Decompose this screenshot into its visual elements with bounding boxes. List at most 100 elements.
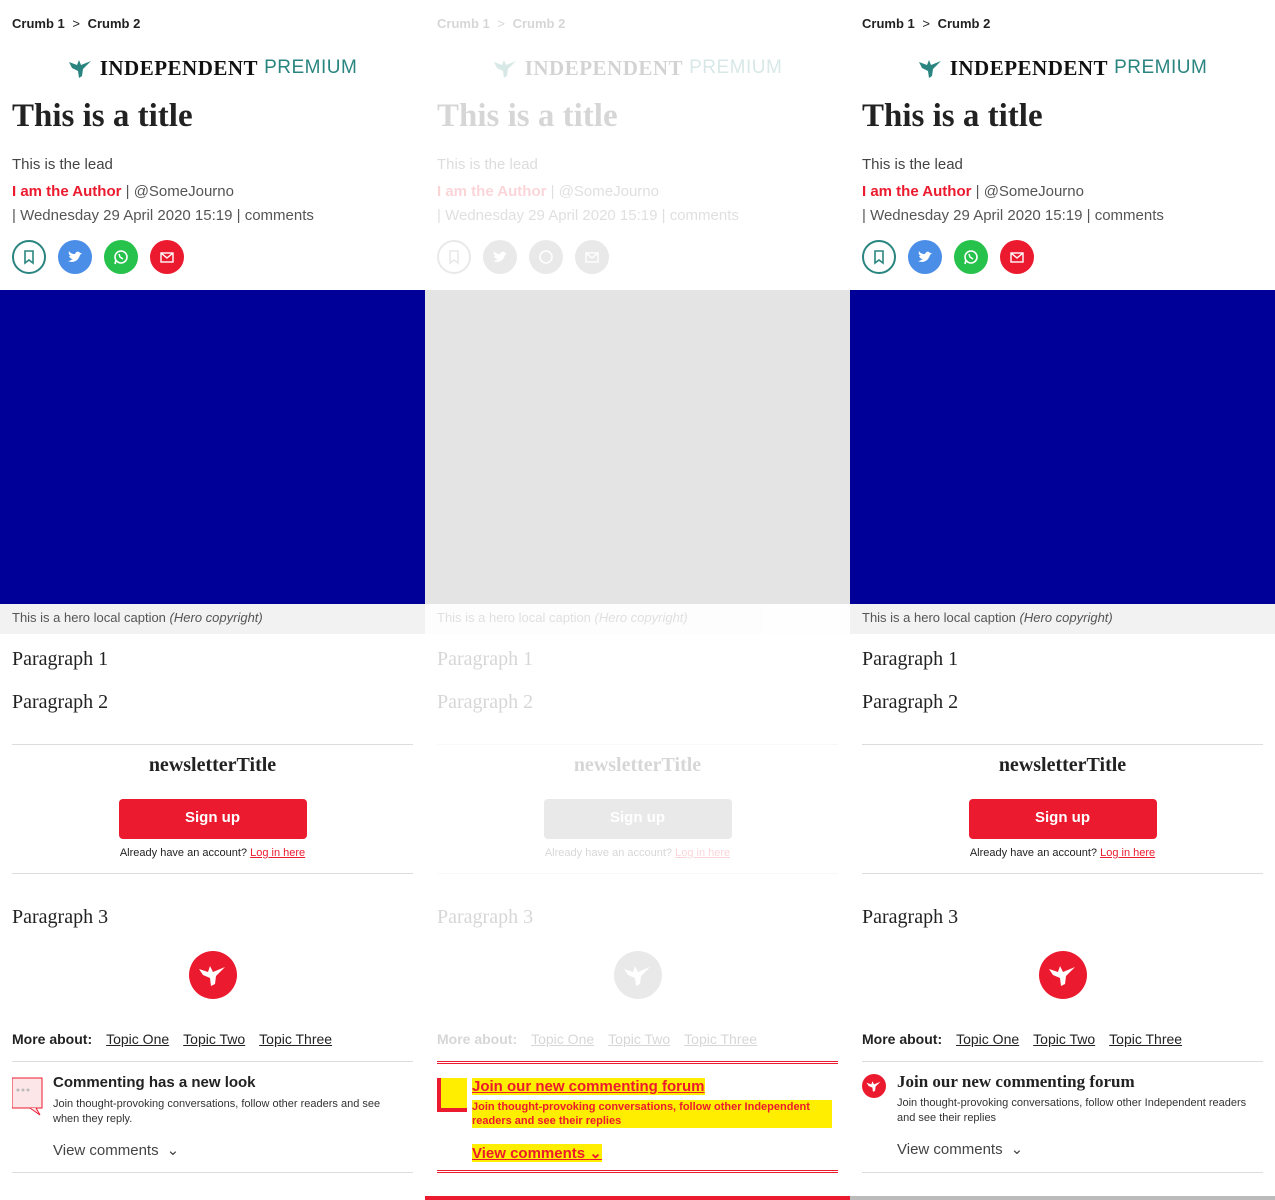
author-link[interactable]: I am the Author xyxy=(437,183,546,200)
comments-title: Join our new commenting forum xyxy=(472,1078,705,1095)
author-handle[interactable]: @SomeJourno xyxy=(559,183,659,200)
share-bar xyxy=(862,240,1263,290)
author-handle[interactable]: @SomeJourno xyxy=(984,183,1084,200)
crumb-2[interactable]: Crumb 2 xyxy=(938,16,991,31)
breadcrumb: Crumb 1 > Crumb 2 xyxy=(850,0,1275,44)
comments-title: Join our new commenting forum xyxy=(897,1072,1135,1091)
logo-wordmark: INDEPENDENT xyxy=(99,55,259,80)
breadcrumb: Crumb 1 > Crumb 2 xyxy=(425,0,850,44)
paragraph-2: Paragraph 2 xyxy=(12,691,109,713)
logo[interactable]: INDEPENDENT PREMIUM xyxy=(425,44,850,92)
login-prompt: Already have an account? Log in here xyxy=(12,847,413,859)
email-button[interactable] xyxy=(1000,240,1034,274)
email-icon xyxy=(585,252,599,263)
view-comments-button[interactable]: View comments ⌄ xyxy=(897,1140,1024,1159)
twitter-button[interactable] xyxy=(483,240,517,274)
newsletter-title: newsletterTitle xyxy=(148,754,277,776)
comments-section-broken: Join our new commenting forum Join thoug… xyxy=(437,1061,838,1173)
whatsapp-button[interactable] xyxy=(104,240,138,274)
hero-copyright: (Hero copyright) xyxy=(169,610,263,625)
topic-link[interactable]: Topic One xyxy=(956,1031,1019,1047)
paragraph-3: Paragraph 3 xyxy=(437,906,534,928)
logo[interactable]: INDEPENDENT PREMIUM xyxy=(0,44,425,92)
topic-link[interactable]: Topic One xyxy=(531,1031,594,1047)
column-variant-2: Crumb 1 > Crumb 2 INDEPENDENT PREMIUM Th… xyxy=(425,0,850,1200)
signup-button[interactable]: Sign up xyxy=(543,799,732,839)
column-variant-1: Crumb 1 > Crumb 2 INDEPENDENT PREMIUM Th… xyxy=(0,0,425,1200)
signup-button[interactable]: Sign up xyxy=(968,799,1157,839)
article-lead: This is the lead xyxy=(862,156,963,173)
independent-badge xyxy=(850,951,1275,1011)
comments-link[interactable]: comments xyxy=(1095,207,1164,224)
twitter-icon xyxy=(68,251,82,262)
bookmark-button[interactable] xyxy=(862,240,896,274)
comments-title: Commenting has a new look xyxy=(53,1074,256,1091)
topic-link[interactable]: Topic Three xyxy=(684,1031,757,1047)
email-icon xyxy=(1010,252,1024,263)
topics-bar: More about: Topic One Topic Two Topic Th… xyxy=(850,1023,1275,1055)
login-link[interactable]: Log in here xyxy=(250,847,305,859)
whatsapp-button[interactable] xyxy=(954,240,988,274)
topic-link[interactable]: Topic Two xyxy=(183,1031,245,1047)
share-bar xyxy=(12,240,413,290)
independent-badge xyxy=(425,951,850,1011)
login-prompt: Already have an account? Log in here xyxy=(437,847,838,859)
crumb-separator: > xyxy=(497,16,505,31)
login-link[interactable]: Log in here xyxy=(1100,847,1155,859)
comment-bubble-icon xyxy=(12,1077,43,1116)
twitter-button[interactable] xyxy=(908,240,942,274)
whatsapp-icon xyxy=(964,250,978,265)
chevron-down-icon: ⌄ xyxy=(1010,1141,1024,1158)
comments-link[interactable]: comments xyxy=(245,207,314,224)
eagle-icon xyxy=(493,60,516,78)
topic-link[interactable]: Topic One xyxy=(106,1031,169,1047)
signup-button[interactable]: Sign up xyxy=(118,799,307,839)
publish-date: Wednesday 29 April 2020 15:19 xyxy=(20,207,233,224)
paragraph-1: Paragraph 1 xyxy=(12,648,109,670)
topic-link[interactable]: Topic Two xyxy=(608,1031,670,1047)
logo-wordmark: INDEPENDENT xyxy=(949,55,1109,80)
page-title: This is a title xyxy=(437,98,618,134)
topic-link[interactable]: Topic Three xyxy=(1109,1031,1182,1047)
view-comments-button[interactable]: View comments ⌄ xyxy=(53,1141,179,1160)
crumb-1[interactable]: Crumb 1 xyxy=(437,16,490,31)
author-handle[interactable]: @SomeJourno xyxy=(134,183,234,200)
topic-link[interactable]: Topic Two xyxy=(1033,1031,1095,1047)
bookmark-icon xyxy=(24,250,34,265)
topic-link[interactable]: Topic Three xyxy=(259,1031,332,1047)
email-button[interactable] xyxy=(575,240,609,274)
paragraph-3: Paragraph 3 xyxy=(862,906,959,928)
email-button[interactable] xyxy=(150,240,184,274)
crumb-2[interactable]: Crumb 2 xyxy=(513,16,566,31)
bookmark-button[interactable] xyxy=(437,240,471,274)
logo-wordmark: INDEPENDENT xyxy=(524,55,684,80)
whatsapp-button[interactable] xyxy=(529,240,563,274)
hero-caption: This is a hero local caption (Hero copyr… xyxy=(0,604,425,634)
logo-premium: PREMIUM xyxy=(264,57,358,78)
topics-bar: More about: Topic One Topic Two Topic Th… xyxy=(425,1023,850,1055)
hero-image xyxy=(0,290,425,604)
comments-section: Join our new commenting forum Join thoug… xyxy=(862,1061,1263,1173)
logo[interactable]: INDEPENDENT PREMIUM xyxy=(850,44,1275,92)
newsletter-block: newsletterTitle Sign up Already have an … xyxy=(437,744,838,874)
independent-badge xyxy=(0,951,425,1011)
newsletter-block: newsletterTitle Sign up Already have an … xyxy=(12,744,413,874)
view-comments-button[interactable]: View comments ⌄ xyxy=(472,1144,602,1162)
paragraph-1: Paragraph 1 xyxy=(437,648,534,670)
crumb-1[interactable]: Crumb 1 xyxy=(12,16,65,31)
comments-link[interactable]: comments xyxy=(670,207,739,224)
login-link[interactable]: Log in here xyxy=(675,847,730,859)
author-link[interactable]: I am the Author xyxy=(12,183,121,200)
paragraph-1: Paragraph 1 xyxy=(862,648,959,670)
view-comments-label: View comments xyxy=(472,1145,586,1162)
progress-bar-red xyxy=(425,1196,850,1200)
crumb-1[interactable]: Crumb 1 xyxy=(862,16,915,31)
login-prompt: Already have an account? Log in here xyxy=(862,847,1263,859)
author-link[interactable]: I am the Author xyxy=(862,183,971,200)
crumb-2[interactable]: Crumb 2 xyxy=(88,16,141,31)
newsletter-title: newsletterTitle xyxy=(998,754,1127,776)
bookmark-button[interactable] xyxy=(12,240,46,274)
eagle-icon xyxy=(918,60,941,78)
twitter-button[interactable] xyxy=(58,240,92,274)
byline: I am the Author | @SomeJourno | Wednesda… xyxy=(862,183,1164,224)
